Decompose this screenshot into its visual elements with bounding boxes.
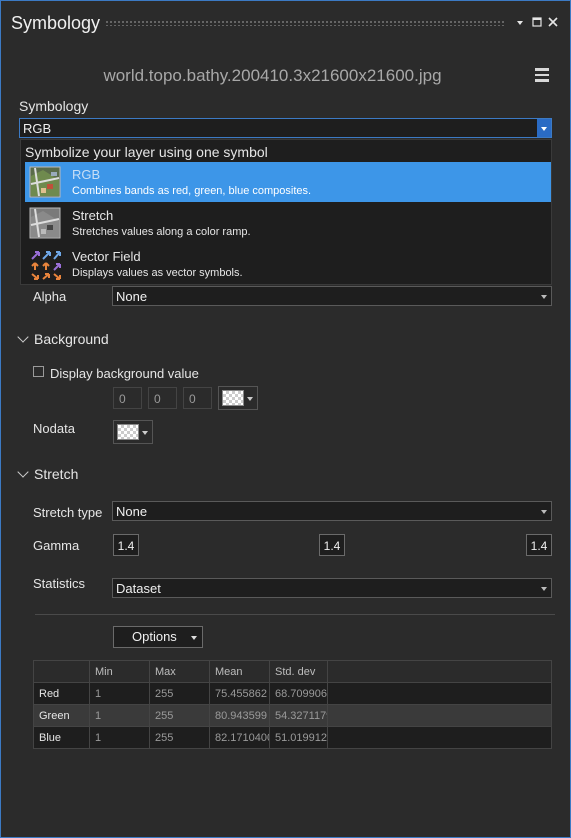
table-header: Min xyxy=(89,660,150,683)
display-background-label: Display background value xyxy=(50,366,199,381)
chevron-down-icon xyxy=(191,636,197,640)
alpha-select[interactable]: None xyxy=(112,286,552,306)
table-row[interactable]: Blue 1 255 82.1710400 51.0199124 xyxy=(33,726,552,749)
pane-menu-chevron-icon[interactable] xyxy=(513,15,527,29)
background-section-title: Background xyxy=(34,331,109,347)
dropdown-item-name: RGB xyxy=(72,167,101,182)
gamma-green-input[interactable]: 1.4 xyxy=(319,534,345,556)
band-name: Blue xyxy=(33,726,90,749)
mean-cell[interactable]: 82.1710400 xyxy=(209,726,270,749)
rgb-icon xyxy=(29,166,61,198)
dropdown-item-desc: Combines bands as red, green, blue compo… xyxy=(72,185,312,197)
background-value-1[interactable]: 0 xyxy=(113,387,142,409)
stretch-icon xyxy=(29,207,61,239)
chevron-down-icon xyxy=(17,331,29,343)
statistics-value: Dataset xyxy=(116,581,161,596)
std-dev-cell[interactable]: 68.709906 xyxy=(269,682,328,705)
transparent-swatch-icon xyxy=(117,424,139,440)
stretch-type-label: Stretch type xyxy=(33,505,103,520)
min-cell[interactable]: 1 xyxy=(89,682,150,705)
chevron-down-icon xyxy=(247,397,253,401)
std-dev-cell[interactable]: 54.3271179 xyxy=(269,704,328,727)
chevron-down-icon xyxy=(541,295,547,299)
empty-cell xyxy=(327,704,552,727)
table-row[interactable]: Red 1 255 75.455862 68.709906 xyxy=(33,682,552,705)
gamma-label: Gamma xyxy=(33,538,80,553)
max-cell[interactable]: 255 xyxy=(149,704,210,727)
table-header-row: Min Max Mean Std. dev xyxy=(33,660,552,683)
menu-hamburger-icon[interactable] xyxy=(535,68,549,82)
symbology-label: Symbology xyxy=(19,98,89,114)
min-cell[interactable]: 1 xyxy=(89,704,150,727)
dropdown-item-stretch[interactable]: Stretch Stretches values along a color r… xyxy=(25,203,551,243)
chevron-down-icon xyxy=(541,127,547,131)
stretch-section-header[interactable]: Stretch xyxy=(17,466,79,482)
statistics-label: Statistics xyxy=(33,576,86,591)
title-bar: Symbology xyxy=(1,1,570,43)
chevron-down-icon xyxy=(17,466,29,478)
mean-cell[interactable]: 75.455862 xyxy=(209,682,270,705)
stretch-section-title: Stretch xyxy=(34,466,79,482)
background-value-2[interactable]: 0 xyxy=(148,387,177,409)
dropdown-item-name: Stretch xyxy=(72,208,114,223)
table-row[interactable]: Green 1 255 80.943599 54.3271179 xyxy=(33,704,552,727)
stretch-type-value: None xyxy=(116,504,148,519)
pane-title: Symbology xyxy=(11,13,101,33)
dropdown-header: Symbolize your layer using one symbol xyxy=(25,144,268,160)
options-label: Options xyxy=(132,629,177,644)
max-cell[interactable]: 255 xyxy=(149,726,210,749)
stretch-type-select[interactable]: None xyxy=(112,501,552,521)
gamma-red-input[interactable]: 1.4 xyxy=(113,534,139,556)
min-cell[interactable]: 1 xyxy=(89,726,150,749)
background-color-picker[interactable] xyxy=(218,386,258,410)
empty-cell xyxy=(327,726,552,749)
band-name: Red xyxy=(33,682,90,705)
drag-grip[interactable] xyxy=(105,20,505,26)
close-icon[interactable] xyxy=(546,15,560,29)
table-header: Max xyxy=(149,660,210,683)
std-dev-cell[interactable]: 51.0199124 xyxy=(269,726,328,749)
chevron-down-icon xyxy=(142,431,148,435)
vector-field-icon xyxy=(29,248,61,280)
chevron-down-icon xyxy=(541,587,547,591)
statistics-table: Min Max Mean Std. dev Red 1 255 75.45586… xyxy=(33,660,552,749)
table-header-empty xyxy=(327,660,552,683)
symbology-dropdown-list: Symbolize your layer using one symbol RG… xyxy=(20,139,552,285)
display-background-checkbox[interactable] xyxy=(33,366,44,377)
table-header: Mean xyxy=(209,660,270,683)
dropdown-item-vector-field[interactable]: Vector Field Displays values as vector s… xyxy=(25,244,551,284)
symbology-selected-value: RGB xyxy=(23,121,52,136)
alpha-label: Alpha xyxy=(33,289,67,304)
table-header: Std. dev xyxy=(269,660,328,683)
background-value-3[interactable]: 0 xyxy=(183,387,212,409)
max-cell[interactable]: 255 xyxy=(149,682,210,705)
maximize-icon[interactable] xyxy=(530,15,544,29)
background-section-header[interactable]: Background xyxy=(17,331,109,347)
gamma-blue-input[interactable]: 1.4 xyxy=(526,534,552,556)
dropdown-button[interactable] xyxy=(537,119,551,137)
alpha-value: None xyxy=(116,289,148,304)
dropdown-item-desc: Displays values as vector symbols. xyxy=(72,267,243,279)
dropdown-item-name: Vector Field xyxy=(72,249,141,264)
chevron-down-icon xyxy=(541,510,547,514)
nodata-color-picker[interactable] xyxy=(113,420,153,444)
dropdown-item-desc: Stretches values along a color ramp. xyxy=(72,226,251,238)
band-name: Green xyxy=(33,704,90,727)
options-button[interactable]: Options xyxy=(113,626,203,648)
statistics-select[interactable]: Dataset xyxy=(112,578,552,598)
divider xyxy=(35,614,555,615)
table-header xyxy=(33,660,90,683)
nodata-label: Nodata xyxy=(33,421,75,436)
symbology-type-select[interactable]: RGB xyxy=(19,118,552,138)
transparent-swatch-icon xyxy=(222,390,244,406)
empty-cell xyxy=(327,682,552,705)
mean-cell[interactable]: 80.943599 xyxy=(209,704,270,727)
layer-name: world.topo.bathy.200410.3x21600x21600.jp… xyxy=(103,66,442,85)
dropdown-item-rgb[interactable]: RGB Combines bands as red, green, blue c… xyxy=(25,162,551,202)
